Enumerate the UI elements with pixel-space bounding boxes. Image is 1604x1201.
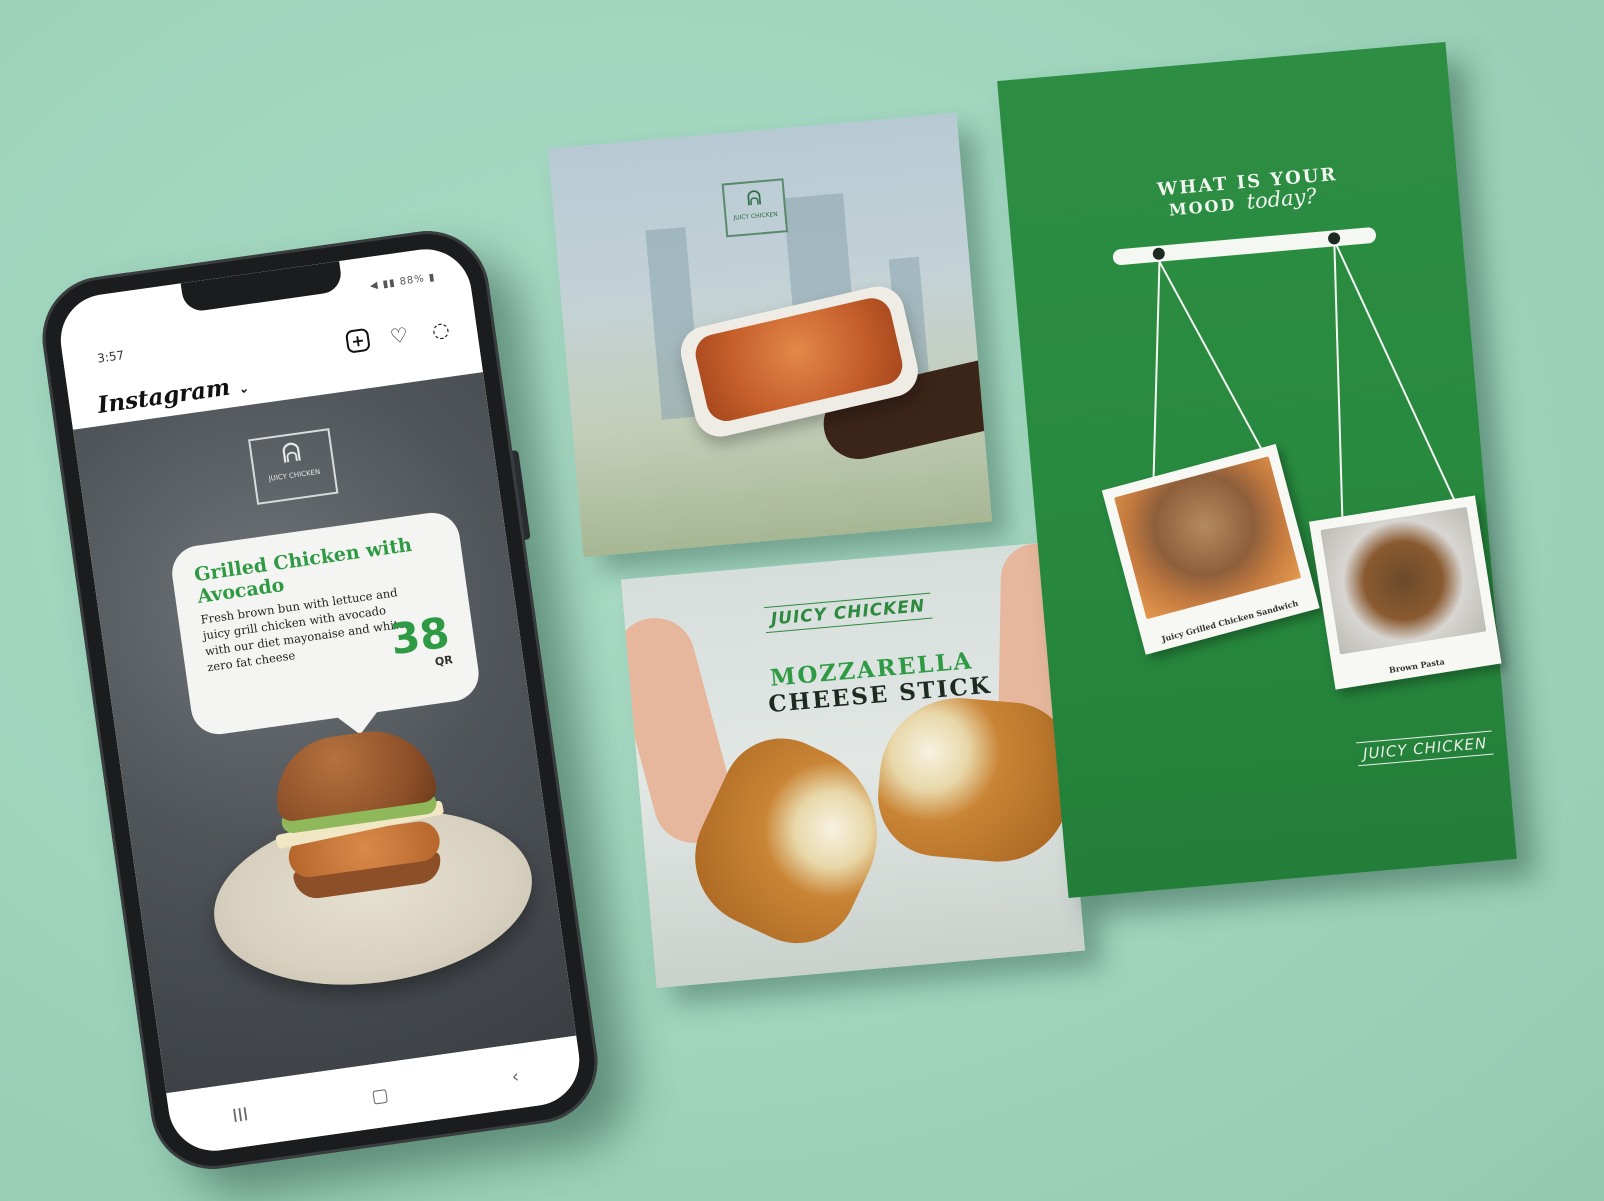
smartphone-mockup: ◀ ▮▮ 88% ▮ 3:57 Instagram ⌄ + ♡ ◌ ᕱ JUIC… <box>34 223 606 1177</box>
pasta-poster: ᕱ JUICY CHICKEN <box>547 112 993 558</box>
heart-icon[interactable]: ♡ <box>385 322 412 349</box>
string <box>1333 239 1457 504</box>
back-button[interactable]: ‹ <box>510 1066 520 1088</box>
home-button[interactable]: ▢ <box>370 1084 390 1107</box>
mockup-scene: ◀ ▮▮ 88% ▮ 3:57 Instagram ⌄ + ♡ ◌ ᕱ JUIC… <box>0 0 1604 1201</box>
speech-bubble: Grilled Chicken with Avocado Fresh brown… <box>168 509 483 738</box>
status-icons: ◀ ▮▮ 88% ▮ <box>369 271 437 292</box>
string <box>1152 261 1161 490</box>
juicy-chicken-wordmark: JUICY CHICKEN <box>763 592 933 634</box>
cheese-stick-right <box>873 691 1077 868</box>
juicy-chicken-logo: ᕱ JUICY CHICKEN <box>721 178 789 238</box>
recent-apps-button[interactable]: III <box>231 1104 250 1127</box>
post-currency: QR <box>434 653 454 669</box>
chevron-down-icon: ⌄ <box>237 381 250 397</box>
messenger-icon[interactable]: ◌ <box>427 316 454 343</box>
sandwich-photo <box>1114 456 1302 620</box>
mozzarella-poster: JUICY CHICKEN MOZZARELLA CHEESE STICK <box>620 542 1086 988</box>
phone-notch <box>180 261 344 314</box>
juicy-chicken-logo: ᕱ JUICY CHICKEN <box>248 428 339 505</box>
phone-side-button <box>512 449 531 540</box>
pin-right <box>1327 231 1341 245</box>
polaroid-pasta: Brown Pasta <box>1308 495 1502 690</box>
instagram-actions: + ♡ ◌ <box>344 316 454 355</box>
status-time: 3:57 <box>96 347 125 366</box>
string <box>1158 261 1271 465</box>
string <box>1333 240 1344 533</box>
add-post-icon[interactable]: + <box>344 327 371 354</box>
phone-screen: ◀ ▮▮ 88% ▮ 3:57 Instagram ⌄ + ♡ ◌ ᕱ JUIC… <box>54 243 586 1157</box>
pin-left <box>1152 247 1166 261</box>
pasta-photo <box>1320 506 1487 655</box>
instagram-post[interactable]: ᕱ JUICY CHICKEN Grilled Chicken with Avo… <box>72 372 577 1094</box>
green-flyer: WHAT IS YOUR MOOD today? Juicy Grilled C… <box>997 41 1517 899</box>
burger-image <box>268 723 451 914</box>
